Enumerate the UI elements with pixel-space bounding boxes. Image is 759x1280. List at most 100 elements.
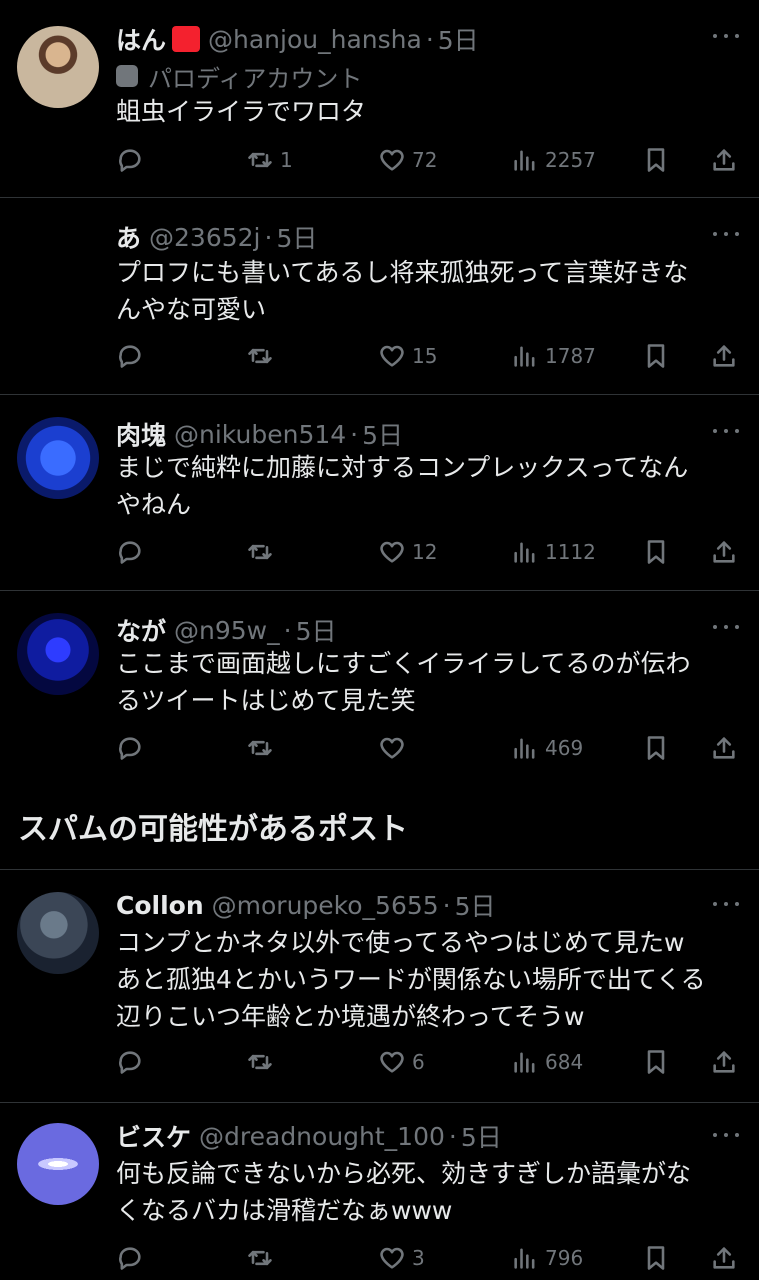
retweet-button[interactable]	[246, 1044, 280, 1080]
tweet[interactable]: あ @23652j · 5日 プロフにも書いてあるし将来孤独死って言葉好きな ん…	[0, 198, 759, 395]
retweet-button[interactable]: 1	[246, 142, 293, 178]
user-handle[interactable]: @morupeko_5655	[212, 891, 439, 920]
timestamp[interactable]: 5日	[276, 219, 317, 255]
more-icon[interactable]	[713, 224, 739, 244]
display-name[interactable]: あ	[116, 219, 141, 255]
separator-dot: ·	[425, 24, 434, 54]
user-handle[interactable]: @n95w_	[174, 616, 280, 645]
user-handle[interactable]: @nikuben514	[174, 420, 346, 449]
share-button[interactable]	[710, 730, 738, 766]
tweet-line: 辺りこいつ年齢とか境遇が終わってそうw	[116, 1002, 585, 1031]
share-button[interactable]	[710, 1240, 738, 1276]
tweet-line: くなるバカは滑稽だなぁwww	[116, 1196, 453, 1225]
share-button[interactable]	[710, 534, 738, 570]
reply-button[interactable]	[116, 730, 150, 766]
retweet-icon	[248, 544, 272, 560]
tweet[interactable]: ビスケ @dreadnought_100 · 5日 何も反論できないから必死、効…	[0, 1103, 759, 1280]
bookmark-icon	[647, 1246, 665, 1270]
like-button[interactable]: 12	[378, 534, 437, 570]
heart-icon	[380, 1247, 404, 1269]
views-icon	[514, 1052, 535, 1073]
bookmark-button[interactable]	[642, 1044, 670, 1080]
tweet-line: 何も反論できないから必死、効きすぎしか語彙がな	[116, 1159, 692, 1188]
share-icon	[713, 149, 735, 171]
like-button[interactable]: 72	[378, 142, 437, 178]
views-button[interactable]: 1112	[511, 534, 596, 570]
avatar[interactable]	[17, 892, 99, 974]
tweet[interactable]: Collon @morupeko_5655 · 5日 コンプとかネタ以外で使って…	[0, 870, 759, 1103]
timestamp[interactable]: 5日	[455, 887, 496, 923]
tweet[interactable]: はん @hanjou_hansha · 5日 パロディアカウント 蛆虫イライラで…	[0, 0, 759, 198]
like-button[interactable]	[378, 730, 412, 766]
tweet-text: 何も反論できないから必死、効きすぎしか語彙がな くなるバカは滑稽だなぁwww	[116, 1155, 733, 1229]
separator-dot: ·	[442, 890, 451, 920]
views-count: 684	[545, 1050, 584, 1074]
retweet-button[interactable]	[246, 730, 280, 766]
bookmark-button[interactable]	[642, 142, 670, 178]
tweet[interactable]: 肉塊 @nikuben514 · 5日 まじで純粋に加藤に対するコンプレックスっ…	[0, 395, 759, 591]
reply-button[interactable]	[116, 1240, 150, 1276]
more-icon[interactable]	[713, 421, 739, 441]
tweet-line: プロフにも書いてあるし将来孤独死って言葉好きな	[116, 258, 689, 287]
separator-dot: ·	[350, 419, 359, 449]
tweet[interactable]: なが @n95w_ · 5日 ここまで画面越しにすごくイライラしてるのが伝わ る…	[0, 591, 759, 787]
reply-icon	[119, 1247, 141, 1270]
share-icon	[713, 1247, 735, 1269]
heart-icon	[380, 149, 404, 171]
like-button[interactable]: 15	[378, 338, 437, 374]
display-name[interactable]: ビスケ	[116, 1118, 191, 1154]
views-button[interactable]: 796	[511, 1240, 583, 1276]
more-icon[interactable]	[713, 1125, 739, 1145]
retweet-button[interactable]	[246, 1240, 280, 1276]
timestamp[interactable]: 5日	[461, 1118, 502, 1154]
share-button[interactable]	[710, 338, 738, 374]
like-button[interactable]: 3	[378, 1240, 425, 1276]
views-count: 1787	[545, 344, 596, 368]
views-button[interactable]: 684	[511, 1044, 583, 1080]
display-name[interactable]: 肉塊	[116, 416, 166, 452]
reply-icon	[119, 345, 141, 368]
avatar[interactable]	[17, 1123, 99, 1205]
views-button[interactable]: 1787	[511, 338, 596, 374]
avatar[interactable]	[17, 26, 99, 108]
like-button[interactable]: 6	[378, 1044, 425, 1080]
reply-button[interactable]	[116, 338, 150, 374]
share-button[interactable]	[710, 142, 738, 178]
tweet-header: なが @n95w_ · 5日	[116, 613, 699, 647]
more-icon[interactable]	[713, 26, 739, 46]
reply-button[interactable]	[116, 142, 150, 178]
user-handle[interactable]: @dreadnought_100	[199, 1122, 445, 1151]
tweet-line: んやな可愛い	[116, 295, 267, 324]
timestamp[interactable]: 5日	[362, 416, 403, 452]
display-name[interactable]: はん	[116, 21, 166, 57]
bookmark-icon	[647, 736, 665, 760]
reply-button[interactable]	[116, 1044, 150, 1080]
separator-dot: ·	[264, 222, 273, 252]
user-handle[interactable]: @hanjou_hansha	[208, 25, 422, 54]
timestamp[interactable]: 5日	[438, 21, 479, 57]
views-button[interactable]: 2257	[511, 142, 596, 178]
timestamp[interactable]: 5日	[296, 612, 337, 648]
retweet-icon	[248, 1250, 272, 1266]
tweet-actions: 3 796	[0, 1240, 759, 1276]
bookmark-button[interactable]	[642, 534, 670, 570]
retweet-button[interactable]	[246, 534, 280, 570]
like-count: 12	[412, 540, 438, 564]
reply-button[interactable]	[116, 534, 150, 570]
display-name[interactable]: なが	[116, 612, 166, 648]
bookmark-button[interactable]	[642, 730, 670, 766]
avatar[interactable]	[17, 417, 99, 499]
retweet-icon	[248, 348, 272, 364]
bookmark-button[interactable]	[642, 1240, 670, 1276]
more-icon[interactable]	[713, 894, 739, 914]
bookmark-button[interactable]	[642, 338, 670, 374]
views-button[interactable]: 469	[511, 730, 583, 766]
avatar[interactable]	[17, 613, 99, 695]
share-button[interactable]	[710, 1044, 738, 1080]
user-handle[interactable]: @23652j	[149, 223, 260, 252]
display-name[interactable]: Collon	[116, 891, 204, 920]
tweet-header: あ @23652j · 5日	[116, 220, 699, 254]
tweet-line: るツイートはじめて見た笑	[116, 686, 416, 715]
retweet-button[interactable]	[246, 338, 280, 374]
more-icon[interactable]	[713, 617, 739, 637]
